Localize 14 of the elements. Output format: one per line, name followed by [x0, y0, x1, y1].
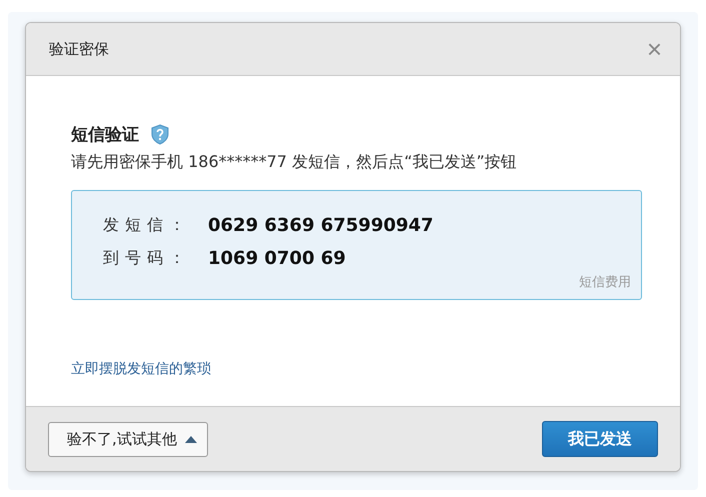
- confirm-sent-button[interactable]: 我已发送: [542, 421, 658, 457]
- field-value: 1069 0700 69: [208, 248, 346, 269]
- close-button[interactable]: ×: [646, 36, 662, 62]
- instruction-text: 请先用密保手机 186******77 发短信，然后点“我已发送”按钮: [71, 152, 518, 173]
- field-label: 到号码：: [103, 248, 192, 269]
- shield-help-icon[interactable]: [151, 124, 169, 145]
- sms-fee-link[interactable]: 短信费用: [579, 273, 631, 291]
- dialog-title: 验证密保: [49, 40, 109, 58]
- skip-sms-link[interactable]: 立即摆脱发短信的繁琐: [71, 360, 211, 378]
- other-methods-button[interactable]: 验不了,试试其他: [48, 422, 208, 456]
- caret-up-icon: [184, 436, 197, 442]
- field-label: 发短信：: [103, 215, 192, 236]
- section-heading: 短信验证: [71, 124, 139, 146]
- field-value: 0629 6369 675990947: [208, 215, 434, 236]
